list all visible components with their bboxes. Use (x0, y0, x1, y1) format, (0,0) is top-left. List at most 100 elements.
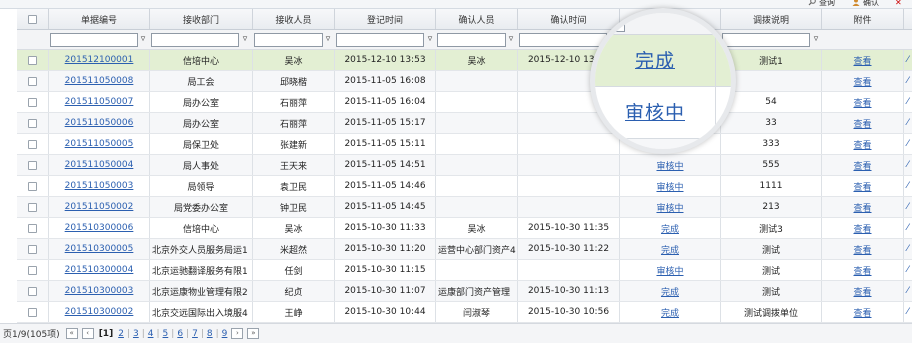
status-link[interactable]: 完成 (661, 285, 679, 298)
doc-no-link[interactable]: 201511050008 (65, 76, 134, 86)
row-edit-link[interactable]: ⁄ (907, 244, 909, 254)
col-header-doc-no[interactable]: 单据编号 (49, 9, 150, 29)
table-row[interactable]: 201511050007局办公室石丽萍2015-11-05 16:04审核中54… (17, 92, 912, 113)
row-edit-link[interactable]: ⁄ (907, 223, 909, 233)
row-checkbox[interactable] (28, 181, 37, 191)
filter-input-receiver[interactable] (254, 33, 323, 47)
row-edit-link[interactable]: ⁄ (907, 265, 909, 275)
mag-status-complete[interactable]: 完成 (595, 46, 715, 73)
filter-input-dept[interactable] (151, 33, 239, 47)
next-page-button[interactable]: › (231, 328, 244, 339)
status-link[interactable]: 审核中 (656, 159, 683, 172)
table-row[interactable]: 201510300003 北京运康物业管理有限2 纪贞 2015-10-30 11:0… (17, 281, 912, 302)
page-link[interactable]: 8 (207, 329, 213, 339)
attachment-link[interactable]: 查看 (853, 75, 871, 88)
attachment-link[interactable]: 查看 (853, 138, 871, 151)
row-edit-link[interactable]: ⁄ (907, 202, 909, 212)
filter-input-doc-no[interactable] (50, 33, 138, 47)
row-checkbox[interactable] (28, 265, 37, 275)
row-edit-link[interactable]: ⁄ (907, 139, 909, 149)
filter-input-confirmer[interactable] (437, 33, 506, 47)
table-row[interactable]: 201511050006局办公室石丽萍2015-11-05 15:17审核中33… (17, 113, 912, 134)
filter-icon[interactable]: ▿ (241, 34, 249, 44)
page-link[interactable]: 6 (177, 329, 183, 339)
table-row[interactable]: 201511050004 局人事处 王天来 2015-11-05 14:51 审核中 55… (17, 155, 912, 176)
attachment-link[interactable]: 查看 (853, 96, 871, 109)
status-link[interactable]: 完成 (661, 306, 679, 319)
last-page-button[interactable]: » (247, 328, 260, 339)
table-row[interactable]: 201511050003 局领导 袁卫民 2015-11-05 14:46 审核中 111… (17, 176, 912, 197)
status-link[interactable]: 完成 (661, 222, 679, 235)
doc-no-link[interactable]: 201511050007 (65, 97, 134, 107)
status-link[interactable]: 审核中 (656, 201, 683, 214)
doc-no-link[interactable]: 201510300005 (65, 244, 134, 254)
row-edit-link[interactable]: ⁄ (907, 118, 909, 128)
status-link[interactable]: 审核中 (656, 264, 683, 277)
status-link[interactable]: 完成 (661, 243, 679, 256)
row-checkbox[interactable] (28, 223, 37, 233)
page-link[interactable]: 2 (118, 329, 124, 339)
row-edit-link[interactable]: ⁄ (907, 55, 909, 65)
doc-no-link[interactable]: 201512100001 (65, 55, 134, 65)
filter-icon[interactable]: ▿ (426, 34, 434, 44)
filter-icon[interactable]: ▿ (507, 34, 515, 44)
doc-no-link[interactable]: 201511050004 (65, 160, 134, 170)
col-header-attachment[interactable]: 附件 (822, 9, 904, 29)
table-row[interactable]: 201511050002 局党委办公室 钟卫民 2015-11-05 14:45 审核中… (17, 197, 912, 218)
attachment-link[interactable]: 查看 (853, 54, 871, 67)
page-link[interactable]: 7 (192, 329, 198, 339)
page-link[interactable]: 9 (222, 329, 228, 339)
attachment-link[interactable]: 查看 (853, 117, 871, 130)
prev-page-button[interactable]: ‹ (81, 328, 94, 339)
row-checkbox[interactable] (28, 244, 37, 254)
attachment-link[interactable]: 查看 (853, 180, 871, 193)
attachment-link[interactable]: 查看 (853, 285, 871, 298)
attachment-link[interactable]: 查看 (853, 264, 871, 277)
row-checkbox[interactable] (28, 55, 37, 65)
row-checkbox[interactable] (28, 286, 37, 296)
col-header-receiver[interactable]: 接收人员 (253, 9, 335, 29)
row-checkbox[interactable] (28, 307, 37, 317)
table-row[interactable]: 201510300006 信培中心 吴冰 2015-10-30 11:33 吴冰 2015… (17, 218, 912, 239)
close-icon[interactable]: ✕ (895, 0, 902, 8)
attachment-link[interactable]: 查看 (853, 306, 871, 319)
col-header-reg-time[interactable]: 登记时间 (335, 9, 436, 29)
col-header-dept[interactable]: 接收部门 (150, 9, 253, 29)
filter-icon[interactable]: ▿ (139, 34, 147, 44)
doc-no-link[interactable]: 201511050005 (65, 139, 134, 149)
row-checkbox[interactable] (28, 76, 37, 86)
page-link[interactable]: 4 (148, 329, 154, 339)
attachment-link[interactable]: 查看 (853, 201, 871, 214)
table-row[interactable]: 201511050008局工会邱晓楷2015-11-05 16:08审核中查看⁄ (17, 71, 912, 92)
row-checkbox[interactable] (28, 139, 37, 149)
filter-input-note[interactable] (722, 33, 810, 47)
table-row[interactable]: 201510300005 北京外交人员服务局运1 米超然 2015-10-30 11:… (17, 239, 912, 260)
table-row[interactable]: 201510300004 北京运驰翻译服务有限1 任剑 2015-10-30 11:1… (17, 260, 912, 281)
select-all-checkbox[interactable] (28, 14, 37, 24)
status-link[interactable]: 审核中 (656, 180, 683, 193)
table-row[interactable]: 201511050005局保卫处张建新2015-11-05 15:11审核中33… (17, 134, 912, 155)
first-page-button[interactable]: « (65, 328, 78, 339)
row-edit-link[interactable]: ⁄ (907, 181, 909, 191)
col-header-confirmer[interactable]: 确认人员 (436, 9, 518, 29)
doc-no-link[interactable]: 201510300003 (65, 286, 134, 296)
row-edit-link[interactable]: ⁄ (907, 97, 909, 107)
row-checkbox[interactable] (28, 118, 37, 128)
mag-status-reviewing[interactable]: 审核中 (595, 98, 715, 125)
attachment-link[interactable]: 查看 (853, 159, 871, 172)
page-link[interactable]: 5 (163, 329, 169, 339)
page-link[interactable]: 3 (133, 329, 139, 339)
doc-no-link[interactable]: 201511050006 (65, 118, 134, 128)
doc-no-link[interactable]: 201511050003 (65, 181, 134, 191)
doc-no-link[interactable]: 201510300004 (65, 265, 134, 275)
table-row[interactable]: 201512100001 信培中心 吴冰 2015-12-10 13:53 吴冰 2015… (17, 50, 912, 71)
attachment-link[interactable]: 查看 (853, 222, 871, 235)
row-checkbox[interactable] (28, 202, 37, 212)
table-row[interactable]: 201510300002 北京交远国际出入境服4 王峥 2015-10-30 10:4… (17, 302, 912, 323)
doc-no-link[interactable]: 201510300006 (65, 223, 134, 233)
filter-input-reg-time[interactable] (336, 33, 424, 47)
row-checkbox[interactable] (28, 97, 37, 107)
confirm-button[interactable]: 确认 (852, 0, 879, 8)
query-button[interactable]: 查询 (808, 0, 835, 8)
filter-icon[interactable]: ▿ (324, 34, 332, 44)
